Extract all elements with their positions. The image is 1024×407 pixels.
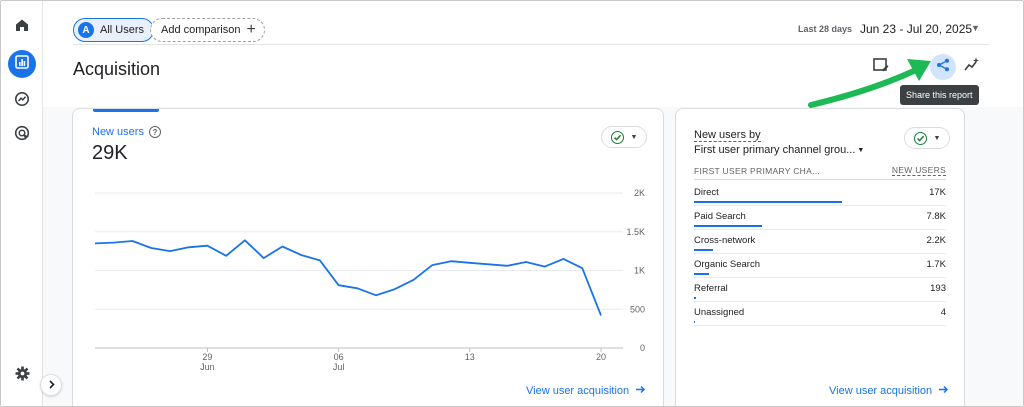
status-check-dropdown[interactable]: ▼ — [904, 127, 950, 149]
explore-icon — [14, 91, 30, 112]
share-tooltip: Share this report — [900, 85, 979, 105]
new-users-line-chart: 2K 1.5K 1K 500 0 29Jun 06Jul 13 20 — [94, 188, 645, 372]
add-comparison-label: Add comparison — [161, 24, 241, 36]
filter-bar: A All Users Add comparison + Last 28 day… — [43, 1, 1023, 47]
nav-rail — [1, 1, 43, 406]
value-bar — [694, 297, 696, 299]
insights-icon — [963, 56, 981, 79]
arrow-right-icon — [938, 384, 949, 398]
nav-advertising[interactable] — [8, 122, 36, 150]
y-tick-label: 0 — [640, 343, 645, 353]
card-title: New users by — [694, 129, 761, 142]
value-bar — [694, 249, 714, 251]
y-tick-label: 500 — [630, 304, 645, 314]
value-bar — [694, 321, 695, 323]
link-label: View user acquisition — [829, 385, 933, 397]
chevron-down-icon: ▼ — [933, 134, 941, 142]
channel-value: 4 — [940, 307, 946, 318]
chevron-down-icon: ▼ — [857, 146, 865, 154]
check-icon — [913, 131, 927, 145]
channel-value: 193 — [930, 283, 946, 294]
channel-name: Organic Search — [694, 259, 761, 270]
y-tick-label: 1.5K — [626, 227, 645, 237]
settings-icon — [14, 365, 31, 387]
link-label: View user acquisition — [526, 385, 630, 397]
channel-value: 2.2K — [926, 235, 946, 246]
check-icon — [610, 130, 624, 144]
all-users-label: All Users — [100, 24, 145, 36]
help-icon[interactable]: ? — [148, 126, 161, 138]
expand-nav-button[interactable] — [40, 374, 62, 396]
all-users-chip[interactable]: A All Users — [73, 18, 155, 42]
add-comparison-button[interactable]: Add comparison + — [150, 18, 265, 42]
channel-name: Referral — [694, 283, 728, 294]
channel-name: Paid Search — [694, 211, 746, 222]
chevron-down-icon[interactable]: ▼ — [971, 23, 980, 33]
channel-name: Direct — [694, 187, 719, 198]
view-user-acquisition-link[interactable]: View user acquisition — [829, 384, 949, 398]
segment-avatar: A — [78, 22, 94, 38]
channel-value: 17K — [929, 187, 946, 198]
x-tick-month-label: Jun — [200, 362, 215, 372]
channel-name: Cross-network — [694, 235, 756, 246]
card-title-metric[interactable]: New users by — [694, 129, 761, 142]
plus-icon: + — [246, 21, 256, 38]
page-title: Acquisition — [73, 59, 161, 79]
chevron-down-icon: ▼ — [630, 133, 638, 141]
arrow-right-icon — [635, 384, 646, 398]
y-tick-label: 1K — [634, 266, 645, 276]
insights-button[interactable] — [960, 55, 984, 79]
main-content: A All Users Add comparison + Last 28 day… — [40, 1, 1023, 406]
date-range-picker[interactable]: Jun 23 - Jul 20, 2025 — [860, 22, 972, 36]
app-window: A All Users Add comparison + Last 28 day… — [0, 0, 1024, 407]
metric-selector[interactable]: New users ? — [92, 126, 161, 138]
metric-label: New users — [92, 126, 144, 138]
nav-settings[interactable] — [8, 362, 36, 390]
date-preset-label: Last 28 days — [798, 24, 853, 34]
nav-reports[interactable] — [8, 50, 36, 78]
table-header: FIRST USER PRIMARY CHA... NEW USERS — [694, 162, 946, 180]
value-bar — [694, 225, 762, 227]
nav-explore[interactable] — [8, 87, 36, 115]
table-row[interactable]: Unassigned 4 — [694, 302, 946, 326]
table-row[interactable]: Organic Search 1.7K — [694, 254, 946, 278]
status-check-dropdown[interactable]: ▼ — [601, 126, 647, 148]
x-tick-label: 29 — [202, 352, 212, 362]
channel-name: Unassigned — [694, 307, 745, 318]
value-bar — [694, 201, 842, 203]
home-icon — [14, 17, 30, 38]
column-header-channel: FIRST USER PRIMARY CHA... — [694, 165, 821, 176]
channel-value: 7.8K — [926, 211, 946, 222]
new-users-card: New users ? 29K ▼ 2K 1.5K 1K 500 0 29 Jun 06 Jul… — [72, 108, 664, 406]
table-row[interactable]: Direct 17K — [694, 182, 946, 206]
metric-value: 29K — [92, 142, 128, 164]
divider — [73, 44, 989, 45]
x-tick-label: 20 — [596, 352, 606, 362]
advertising-icon — [14, 125, 31, 147]
table-row[interactable]: Paid Search 7.8K — [694, 206, 946, 230]
view-user-acquisition-link[interactable]: View user acquisition — [526, 384, 646, 398]
table-row[interactable]: Referral 193 — [694, 278, 946, 302]
nav-home[interactable] — [8, 13, 36, 41]
dimension-label: First user primary channel grou... — [694, 144, 856, 156]
tab-indicator — [93, 109, 159, 112]
x-tick-label: 13 — [465, 352, 475, 362]
channel-value: 1.7K — [926, 259, 946, 270]
x-tick-label: 06 — [334, 352, 344, 362]
series-line — [94, 239, 602, 316]
channel-card: New users by First user primary channel … — [675, 108, 965, 406]
reports-icon — [14, 54, 30, 75]
y-tick-label: 2K — [634, 188, 645, 198]
value-bar — [694, 273, 709, 275]
chevron-right-icon — [47, 376, 56, 394]
column-header-new-users[interactable]: NEW USERS — [891, 165, 946, 176]
table-row[interactable]: Cross-network 2.2K — [694, 230, 946, 254]
dimension-selector[interactable]: First user primary channel grou... ▼ — [694, 144, 864, 156]
x-tick-month-label: Jul — [333, 362, 345, 372]
